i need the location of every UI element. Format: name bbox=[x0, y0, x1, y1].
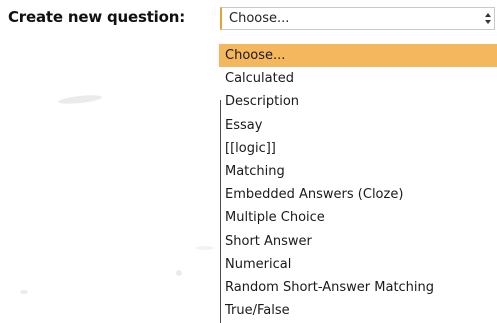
dropdown-option-multiple-choice[interactable]: Multiple Choice bbox=[219, 206, 497, 229]
background-smudge bbox=[196, 246, 214, 250]
chevron-up-down-icon[interactable] bbox=[484, 10, 492, 27]
dropdown-option-choose[interactable]: Choose... bbox=[219, 44, 497, 68]
dropdown-option-essay[interactable]: Essay bbox=[219, 114, 497, 137]
dropdown-option-logic[interactable]: [[logic]] bbox=[219, 137, 497, 160]
dropdown-option-numerical[interactable]: Numerical bbox=[219, 253, 497, 276]
dropdown-option-short-answer[interactable]: Short Answer bbox=[219, 230, 497, 253]
dropdown-option-embedded-answers[interactable]: Embedded Answers (Cloze) bbox=[219, 183, 497, 206]
background-smudge bbox=[57, 93, 103, 106]
question-type-dropdown-list[interactable]: Choose... Calculated Description Essay [… bbox=[219, 44, 497, 323]
create-question-label: Create new question: bbox=[8, 8, 186, 26]
question-type-select[interactable]: Choose... bbox=[220, 7, 495, 30]
dropdown-option-matching[interactable]: Matching bbox=[219, 160, 497, 183]
select-current-value: Choose... bbox=[229, 11, 290, 26]
dropdown-option-random-short-answer-matching[interactable]: Random Short-Answer Matching bbox=[219, 276, 497, 299]
dropdown-option-description[interactable]: Description bbox=[219, 90, 497, 113]
background-smudge bbox=[20, 290, 28, 294]
background-smudge bbox=[176, 270, 182, 276]
dropdown-option-calculated[interactable]: Calculated bbox=[219, 67, 497, 90]
dropdown-option-true-false[interactable]: True/False bbox=[219, 299, 497, 322]
